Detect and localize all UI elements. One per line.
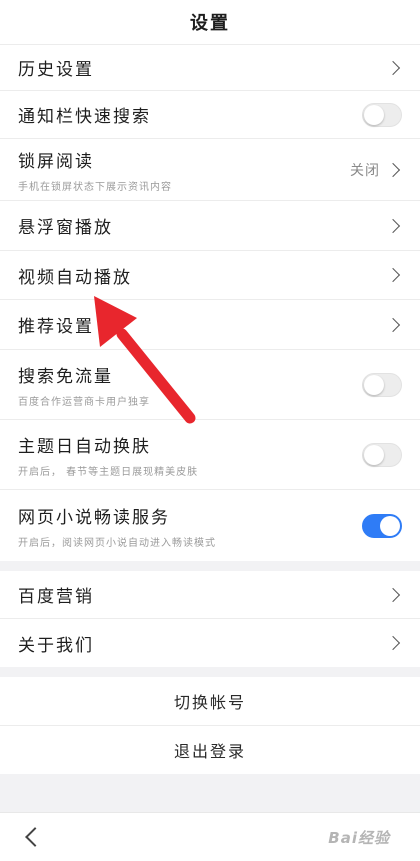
chevron-right-icon [385,60,401,75]
back-arrow-icon[interactable] [25,827,45,847]
history-settings-label: 历史设置 [18,60,94,80]
video-autoplay-row[interactable]: 视频自动播放 [0,251,420,300]
more-group: 百度营销 关于我们 [0,571,420,667]
novel-reader-toggle[interactable] [362,513,402,538]
search-free-data-label: 搜索免流量 [18,366,113,387]
chevron-right-icon [385,267,401,283]
chevron-right-icon [385,162,401,177]
toggle-knob [364,104,384,125]
theme-skin-toggle[interactable] [362,442,402,467]
novel-reader-label: 网页小说畅读服务 [18,507,170,528]
logout-button[interactable]: 退出登录 [0,726,420,774]
toggle-knob [364,444,384,465]
theme-skin-row[interactable]: 主题日自动换肤 开启后， 春节等主题日展现精美皮肤 [0,420,420,490]
theme-skin-label: 主题日自动换肤 [18,436,151,457]
chevron-right-icon [385,218,401,233]
switch-account-button[interactable]: 切换帐号 [0,677,420,726]
about-us-label: 关于我们 [18,635,94,656]
baidu-marketing-label: 百度营销 [18,587,94,607]
lockscreen-reading-value: 关闭 [350,162,380,179]
floating-window-label: 悬浮窗播放 [18,218,113,238]
search-free-data-row[interactable]: 搜索免流量 百度合作运营商卡用户独享 [0,350,420,420]
lockscreen-reading-row[interactable]: 锁屏阅读 手机在锁屏状态下展示资讯内容 关闭 [0,139,420,201]
header: 设置 [0,0,420,45]
notification-search-row[interactable]: 通知栏快速搜索 [0,91,420,139]
novel-reader-row[interactable]: 网页小说畅读服务 开启后，阅读网页小说自动进入畅读模式 [0,490,420,561]
novel-reader-desc: 开启后，阅读网页小说自动进入畅读模式 [18,537,216,549]
toggle-knob [364,374,384,395]
chevron-right-icon [385,317,401,332]
account-group: 切换帐号 退出登录 [0,677,420,774]
history-settings-row[interactable]: 历史设置 [0,45,420,91]
search-free-data-desc: 百度合作运营商卡用户独享 [18,396,150,408]
lockscreen-reading-desc: 手机在锁屏状态下展示资讯内容 [18,181,172,193]
notification-search-label: 通知栏快速搜索 [18,107,151,127]
video-autoplay-label: 视频自动播放 [18,267,132,288]
floating-window-row[interactable]: 悬浮窗播放 [0,201,420,251]
search-free-data-toggle[interactable] [362,372,402,397]
about-us-row[interactable]: 关于我们 [0,619,420,667]
toggle-knob [380,515,400,536]
notification-search-toggle[interactable] [362,102,402,127]
baidu-marketing-row[interactable]: 百度营销 [0,571,420,619]
watermark-logo: Bai经验 [328,829,390,847]
bottom-bar: Bai经验 [0,812,420,861]
recommend-settings-label: 推荐设置 [18,317,94,337]
recommend-settings-row[interactable]: 推荐设置 [0,300,420,350]
settings-group: 历史设置 通知栏快速搜索 锁屏阅读 手机在锁屏状态下展示资讯内容 关闭 悬浮窗播… [0,45,420,561]
lockscreen-reading-label: 锁屏阅读 [18,151,94,172]
theme-skin-desc: 开启后， 春节等主题日展现精美皮肤 [18,466,199,478]
chevron-right-icon [385,635,401,651]
chevron-right-icon [385,587,401,602]
page-title: 设置 [190,13,230,34]
